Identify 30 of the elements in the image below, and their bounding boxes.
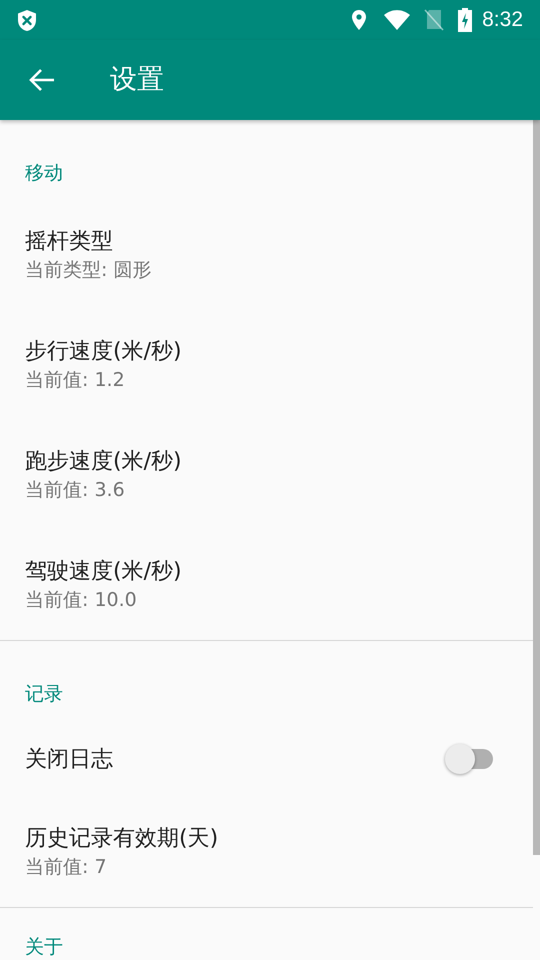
scrollbar[interactable]	[533, 120, 540, 855]
preference-item[interactable]: 驾驶速度(米/秒) 当前值: 10.0	[0, 530, 533, 640]
preference-title: 步行速度(米/秒)	[25, 338, 183, 366]
preference-title: 历史记录有效期(天)	[25, 825, 220, 853]
preference-summary: 当前类型: 圆形	[25, 258, 152, 283]
status-time: 8:32	[482, 7, 523, 34]
preference-title: 跑步速度(米/秒)	[25, 448, 183, 476]
preference-summary: 当前值: 1.2	[25, 368, 126, 393]
back-arrow-icon	[29, 68, 55, 92]
preference-item[interactable]: 步行速度(米/秒) 当前值: 1.2	[0, 310, 533, 420]
preference-summary: 当前值: 7	[25, 855, 108, 880]
wifi-icon	[384, 10, 410, 30]
section-header: 记录	[25, 682, 63, 707]
preference-title: 关闭日志	[25, 746, 114, 774]
preference-summary: 当前值: 10.0	[25, 588, 138, 613]
preference-title: 摇杆类型	[25, 228, 114, 256]
section-header: 关于	[25, 934, 63, 960]
battery-charging-icon	[458, 8, 472, 32]
preference-item[interactable]: 摇杆类型 当前类型: 圆形	[0, 200, 533, 310]
preference-summary: 当前值: 3.6	[25, 478, 126, 503]
no-sim-icon	[424, 9, 444, 31]
section-header: 移动	[25, 160, 63, 186]
preference-item[interactable]: 历史记录有效期(天) 当前值: 7	[0, 797, 533, 907]
shield-icon	[17, 8, 37, 32]
preference-item[interactable]: 关闭日志	[0, 721, 533, 797]
page-title: 设置	[110, 62, 164, 97]
preference-title: 驾驶速度(米/秒)	[25, 558, 183, 586]
location-icon	[351, 9, 368, 31]
preference-item[interactable]: 跑步速度(米/秒) 当前值: 3.6	[0, 420, 533, 530]
toggle-switch[interactable]	[445, 744, 493, 774]
